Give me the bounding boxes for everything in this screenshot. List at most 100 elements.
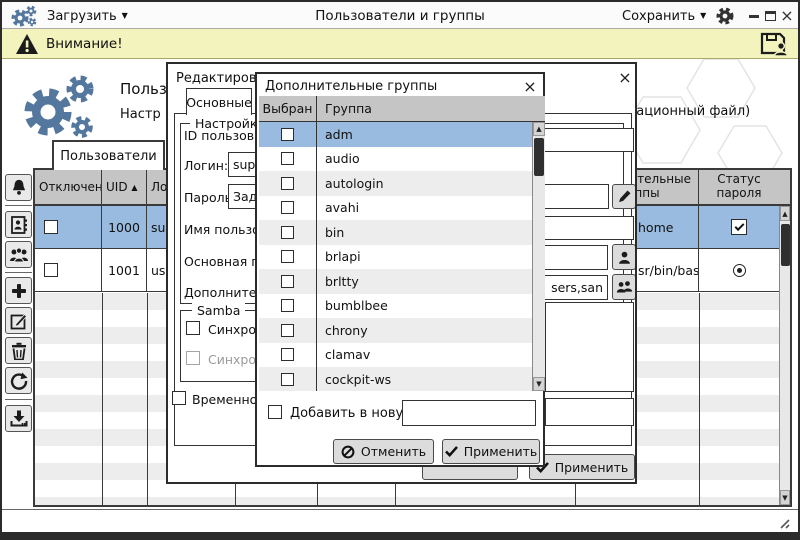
tab-basic[interactable]: Основные [186, 88, 252, 115]
samba-sync2-checkbox[interactable] [186, 351, 200, 365]
pencil-icon [617, 189, 632, 204]
group-checkbox[interactable] [281, 250, 294, 263]
uid-cell: 1000 [102, 206, 147, 248]
group-checkbox[interactable] [281, 201, 294, 214]
scroll-up-button[interactable]: ▲ [533, 122, 545, 136]
edit-pencil-icon [10, 312, 28, 330]
bell-icon [10, 178, 28, 197]
edit-user-button[interactable] [5, 307, 32, 334]
scrollbar-thumb[interactable] [534, 138, 544, 176]
maximize-button[interactable] [762, 8, 778, 24]
close-icon: × [780, 9, 793, 23]
group-row[interactable]: clamav [259, 343, 532, 368]
sidebar-separator [5, 205, 32, 206]
group-row[interactable]: adm [259, 122, 532, 147]
group-checkbox[interactable] [281, 299, 294, 312]
user-icon [617, 250, 632, 265]
tab-users[interactable]: Пользователи [52, 140, 165, 170]
apply-label: Применить [555, 460, 629, 475]
extra-groups-list-box[interactable] [545, 302, 634, 392]
add-new-group-checkbox[interactable] [268, 405, 282, 419]
scroll-up-button[interactable]: ▲ [780, 206, 790, 221]
samba-groupbox-legend: Samba [192, 303, 245, 318]
resize-grip[interactable] [775, 514, 790, 529]
save-menu-button[interactable]: Сохранить ▼ [622, 7, 706, 26]
group-checkbox[interactable] [281, 226, 294, 239]
scrollbar-thumb[interactable] [781, 224, 790, 266]
close-window-button[interactable]: × [779, 8, 795, 24]
warning-bar: Внимание! [2, 29, 798, 59]
col-header-group[interactable]: Группа [317, 96, 545, 121]
uid-cell: 1001 [102, 249, 147, 291]
users-group-icon [9, 247, 29, 263]
settings-gear-button[interactable] [715, 6, 735, 26]
tab-users-label: Пользователи [60, 149, 157, 164]
pick-extra-groups-button[interactable] [612, 274, 636, 300]
groups-list-scrollbar[interactable]: ▲ ▼ [532, 122, 545, 391]
maximize-icon [765, 11, 776, 21]
group-checkbox[interactable] [281, 324, 294, 337]
groups-apply-button[interactable]: Применить [442, 439, 540, 464]
groups-dialog-title: Дополнительные группы [265, 79, 437, 94]
samba-sync-checkbox[interactable] [186, 321, 200, 335]
group-row[interactable]: cockpit-ws [259, 367, 532, 391]
save-menu-label: Сохранить [622, 9, 695, 24]
group-checkbox[interactable] [281, 373, 294, 386]
add-new-group-input[interactable] [402, 400, 536, 426]
password-status-checked-icon[interactable] [731, 219, 747, 235]
plus-icon [11, 283, 27, 299]
table-vertical-scrollbar[interactable]: ▲ ▼ [779, 206, 790, 505]
password-status-radio-icon[interactable] [733, 264, 746, 277]
edit-dialog-close-button[interactable]: × [616, 68, 634, 86]
group-row[interactable]: chrony [259, 318, 532, 343]
group-row[interactable]: autologin [259, 171, 532, 196]
groups-button[interactable] [5, 241, 32, 268]
download-icon [10, 410, 28, 427]
delete-user-button[interactable] [5, 337, 32, 364]
cancel-slash-icon [341, 445, 355, 459]
sidebar-separator [5, 272, 32, 273]
group-checkbox[interactable] [281, 275, 294, 288]
warning-text: Внимание! [46, 36, 123, 52]
group-row[interactable]: audio [259, 147, 532, 172]
group-checkbox[interactable] [281, 128, 294, 141]
group-row[interactable]: bumblbee [259, 294, 532, 319]
groups-cancel-button[interactable]: Отменить [333, 439, 434, 464]
download-button[interactable] [5, 405, 32, 432]
col-header-password-status[interactable]: Статус пароля [699, 170, 779, 204]
close-icon: × [618, 68, 631, 87]
group-checkbox[interactable] [281, 348, 294, 361]
temp-value-field[interactable] [545, 398, 634, 426]
pick-primary-group-button[interactable] [612, 244, 636, 270]
col-header-disabled[interactable]: Отключен [35, 170, 102, 204]
add-user-button[interactable] [5, 277, 32, 304]
group-row[interactable]: brltty [259, 269, 532, 294]
group-checkbox[interactable] [281, 177, 294, 190]
cancel-label: Отменить [361, 444, 426, 459]
edit-password-button[interactable] [612, 184, 636, 209]
users-icon [616, 280, 633, 294]
row-disabled-checkbox[interactable] [44, 220, 58, 234]
scroll-down-button[interactable]: ▼ [533, 377, 545, 391]
page-subtitle: Настр [120, 107, 161, 122]
group-row[interactable]: brlapi [259, 245, 532, 270]
apply-label: Применить [464, 444, 538, 459]
col-header-selected[interactable]: Выбран [259, 96, 317, 121]
minimize-button[interactable] [746, 8, 762, 24]
user-card-button[interactable] [5, 211, 32, 238]
group-checkbox[interactable] [281, 152, 294, 165]
minimize-icon [749, 15, 759, 18]
notify-button[interactable] [5, 174, 32, 201]
add-new-group-label: Добавить в новую: [290, 406, 419, 421]
row-disabled-checkbox[interactable] [44, 263, 58, 277]
refresh-button[interactable] [5, 367, 32, 394]
groups-dialog-close-button[interactable]: × [521, 77, 539, 95]
col-header-uid[interactable]: UID ▲ [102, 170, 147, 204]
check-icon [445, 446, 458, 457]
warning-triangle-icon [15, 33, 39, 55]
temp-checkbox[interactable] [172, 391, 186, 405]
scroll-down-button[interactable]: ▼ [780, 490, 790, 505]
save-users-icon[interactable] [759, 31, 789, 57]
group-row[interactable]: bin [259, 220, 532, 245]
group-row[interactable]: avahi [259, 196, 532, 221]
